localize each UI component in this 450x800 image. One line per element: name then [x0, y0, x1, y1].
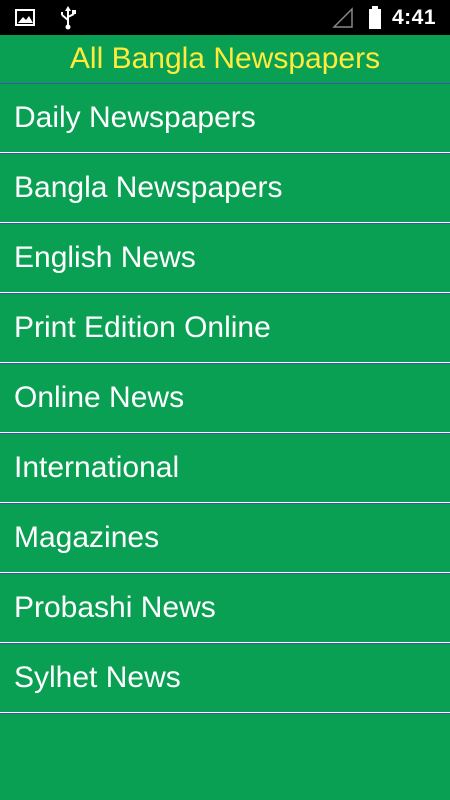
image-notification-icon	[15, 8, 35, 26]
page-title: All Bangla Newspapers	[69, 42, 381, 75]
signal-icon	[332, 6, 353, 28]
list-item-label: Magazines	[14, 521, 160, 554]
list-item-bangla-newspapers[interactable]: Bangla Newspapers	[0, 154, 450, 223]
list-item-online-news[interactable]: Online News	[0, 364, 450, 433]
list-item-label: Sylhet News	[14, 661, 181, 694]
list-item-label: English News	[14, 241, 196, 274]
app-title-bar: All Bangla Newspapers	[0, 35, 450, 84]
list-item-label: Bangla Newspapers	[14, 171, 283, 204]
list-item-english-news[interactable]: English News	[0, 224, 450, 293]
list-item-label: International	[14, 451, 180, 484]
list-item-magazines[interactable]: Magazines	[0, 504, 450, 573]
list-item-probashi-news[interactable]: Probashi News	[0, 574, 450, 643]
usb-icon	[61, 5, 76, 29]
list-item-sylhet-news[interactable]: Sylhet News	[0, 644, 450, 713]
status-time: 4:41	[391, 5, 436, 29]
list-item-international[interactable]: International	[0, 434, 450, 503]
battery-icon	[368, 5, 381, 29]
list-item-label: Probashi News	[14, 591, 216, 624]
status-bar: 4:41	[0, 0, 450, 35]
list-item-label: Daily Newspapers	[14, 101, 256, 134]
list-item-label: Print Edition Online	[14, 311, 271, 344]
list-item-daily-newspapers[interactable]: Daily Newspapers	[0, 84, 450, 153]
category-list: Daily Newspapers Bangla Newspapers Engli…	[0, 84, 450, 714]
list-item-label: Online News	[14, 381, 185, 414]
list-item-print-edition-online[interactable]: Print Edition Online	[0, 294, 450, 363]
